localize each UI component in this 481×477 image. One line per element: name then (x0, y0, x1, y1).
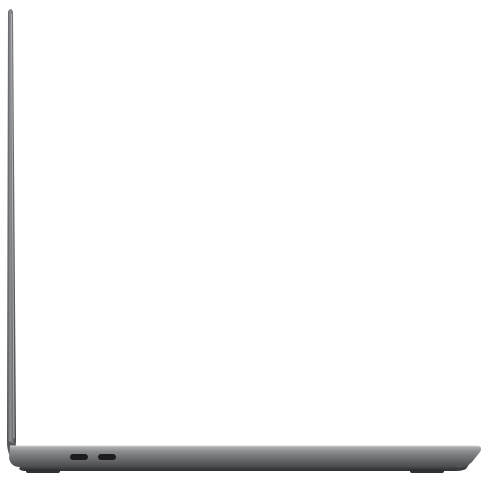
usb-c-port-2 (98, 454, 116, 460)
rubber-foot-back (410, 469, 444, 473)
usb-c-port-1 (70, 454, 88, 460)
laptop-side-view (0, 0, 481, 477)
laptop-illustration (7, 9, 481, 473)
laptop-lid (7, 9, 16, 452)
rubber-foot-front (26, 469, 60, 473)
